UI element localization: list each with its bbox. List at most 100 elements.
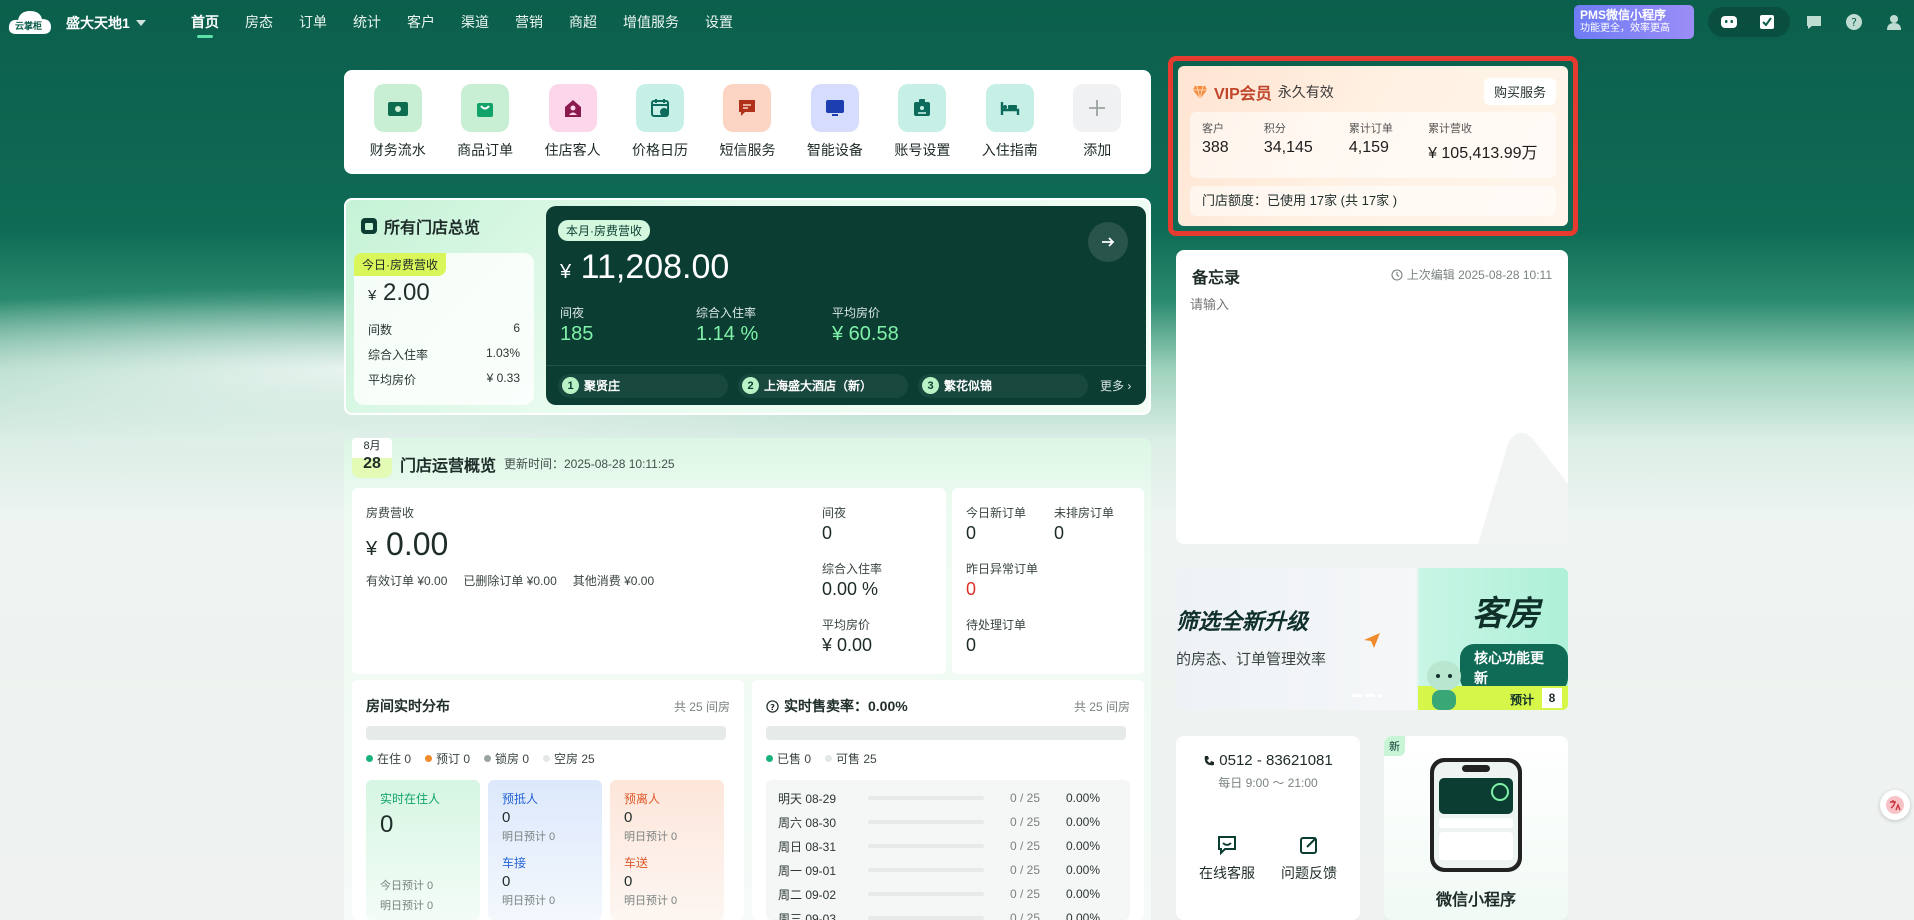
- customer-service-panel: 0512 - 83621081 每日 9:00 ～ 21:00 在线客服 问题反…: [1176, 736, 1360, 920]
- online-service-label: 在线客服: [1199, 865, 1255, 881]
- quick-action-devices[interactable]: 智能设备: [795, 84, 875, 160]
- quick-action-label: 入住指南: [981, 142, 1038, 158]
- nav-store[interactable]: 商超: [556, 0, 610, 44]
- buy-service-button[interactable]: 购买服务: [1483, 78, 1556, 105]
- departures-card[interactable]: 预离人 0 明日预计 0 车送 0 明日预计 0: [610, 780, 724, 920]
- currency-symbol: ¥: [366, 538, 378, 560]
- nav-home[interactable]: 首页: [178, 0, 232, 44]
- quick-action-product-orders[interactable]: 商品订单: [445, 84, 525, 160]
- rank-number: 1: [562, 377, 579, 394]
- promo-subtitle: 功能更全，效率更高: [1580, 23, 1670, 34]
- date-month: 8月: [363, 440, 381, 452]
- memo-title: 备忘录: [1192, 270, 1241, 287]
- table-row: 周日 08-31 0 / 25 0.00%: [778, 834, 1118, 858]
- plus-icon: [1073, 84, 1122, 132]
- mid-stat: 平均房价 ¥ 0.00: [822, 616, 872, 656]
- legend-dot: [825, 755, 833, 762]
- nav-stats[interactable]: 统计: [340, 0, 394, 44]
- table-row: 周三 09-03 0 / 25 0.00%: [778, 906, 1118, 920]
- nav-marketing[interactable]: 营销: [502, 0, 556, 44]
- rank-item[interactable]: 2 上海盛大酒店（新）: [738, 373, 908, 398]
- user-icon[interactable]: [1882, 10, 1906, 34]
- rank-name: 聚贤庄: [584, 379, 621, 393]
- carousel-dots[interactable]: [1352, 694, 1382, 697]
- help-icon[interactable]: ?: [1842, 10, 1866, 34]
- checklist-icon[interactable]: [1755, 10, 1779, 34]
- row-count: 0 / 25: [1009, 815, 1040, 829]
- legend-item: 在住 0: [366, 750, 411, 767]
- sales-total: 共 25 间房: [1073, 700, 1130, 714]
- quick-action-account[interactable]: 账号设置: [882, 84, 962, 160]
- stat-value: 4,159: [1348, 139, 1389, 156]
- quick-action-finance[interactable]: 财务流水: [358, 84, 438, 160]
- sales-legend: 已售 0 可售 25: [766, 750, 877, 767]
- stat-value: 0: [1054, 523, 1065, 543]
- top-nav-bar: 云掌柜 盛大天地1 首页 房态 订单 统计 客户 渠道 营销 商超 增值服务 设…: [0, 0, 1914, 44]
- nav-customers[interactable]: 客户: [394, 0, 448, 44]
- wallet-icon: [373, 84, 422, 132]
- today-revenue-value: ¥ 2.00: [368, 279, 520, 307]
- arrivals-card[interactable]: 预抵人 0 明日预计 0 车接 0 明日预计 0: [488, 780, 602, 920]
- nav-settings[interactable]: 设置: [692, 0, 746, 44]
- sales-title-text: 实时售卖率：0.00%: [784, 698, 908, 714]
- mini-sub: 明日预计 0: [502, 895, 556, 907]
- more-link[interactable]: 更多 ›: [1100, 377, 1131, 394]
- store-name: 盛大天地1: [66, 15, 130, 31]
- row-rate: 0.00%: [1065, 815, 1100, 829]
- carousel-dot[interactable]: [1352, 694, 1362, 697]
- quick-action-price-calendar[interactable]: 价格日历: [620, 84, 700, 160]
- quick-action-add[interactable]: 添加: [1057, 84, 1137, 160]
- logo[interactable]: 云掌柜: [6, 6, 54, 38]
- online-service-button[interactable]: 在线客服: [1192, 834, 1262, 883]
- row-count: 0 / 25: [1009, 791, 1040, 805]
- house-person-icon: [548, 84, 597, 132]
- date-day: 28: [363, 455, 381, 472]
- mini-program-promo[interactable]: PMS微信小程序 功能更全，效率更高: [1574, 5, 1694, 39]
- carousel-dot[interactable]: [1365, 694, 1375, 697]
- order-stat[interactable]: 昨日异常订单 0: [966, 560, 1038, 600]
- today-row-value: 6: [513, 321, 520, 335]
- service-phone[interactable]: 0512 - 83621081: [1176, 752, 1360, 769]
- mini-value: 0: [380, 811, 394, 838]
- nav-value-added[interactable]: 增值服务: [610, 0, 692, 44]
- nav-room-status[interactable]: 房态: [232, 0, 286, 44]
- row-bar: [868, 796, 984, 800]
- nav-channels[interactable]: 渠道: [448, 0, 502, 44]
- order-stat[interactable]: 待处理订单 0: [966, 616, 1026, 656]
- quick-action-guests[interactable]: 住店客人: [533, 84, 613, 160]
- rank-item[interactable]: 1 聚贤庄: [558, 373, 728, 398]
- vip-stat: 积分 34,145: [1264, 120, 1349, 170]
- mid-stat: 间夜 0: [822, 504, 846, 544]
- promo-banner[interactable]: 筛选全新升级 的房态、订单管理效率 客房 核心功能更新 预计 8: [1176, 568, 1568, 710]
- rank-item[interactable]: 3 繁花似锦: [918, 373, 1088, 398]
- legend-label: 可售 25: [836, 752, 877, 766]
- legend-dot: [366, 755, 373, 762]
- order-stat[interactable]: 今日新订单 0: [966, 504, 1026, 544]
- edit-icon: [1300, 837, 1317, 854]
- order-stat[interactable]: 未排房订单 0: [1054, 504, 1114, 544]
- feedback-button[interactable]: 问题反馈: [1274, 834, 1344, 883]
- main-nav: 首页 房态 订单 统计 客户 渠道 营销 商超 增值服务 设置: [178, 0, 746, 44]
- chat-icon[interactable]: [1802, 10, 1826, 34]
- current-guests-card[interactable]: 实时在住人 0 今日预计 0 明日预计 0: [366, 780, 480, 920]
- robot-icon[interactable]: [1717, 10, 1741, 34]
- promo-title: PMS微信小程序: [1580, 8, 1667, 22]
- quick-action-sms[interactable]: 短信服务: [707, 84, 787, 160]
- quick-action-checkin-guide[interactable]: 入住指南: [970, 84, 1050, 160]
- nav-orders[interactable]: 订单: [286, 0, 340, 44]
- sales-progress-bar: [766, 726, 1126, 740]
- mini-value: 0: [624, 809, 633, 826]
- arrow-right-icon[interactable]: [1088, 222, 1128, 262]
- today-row-label: 间数: [368, 323, 393, 337]
- store-operations-overview: 8月 28 门店运营概览 更新时间：2025-08-28 10:11:25 房费…: [344, 438, 1151, 920]
- revenue-label: 房费营收: [366, 506, 415, 520]
- stat-value: ¥ 105,413.99万: [1428, 145, 1538, 162]
- ops-title: 门店运营概览: [400, 458, 497, 475]
- translate-float-icon[interactable]: [1880, 790, 1910, 820]
- carousel-dot[interactable]: [1378, 694, 1382, 697]
- sales-forecast-table: 明天 08-29 0 / 25 0.00% 周六 08-30 0 / 25 0.00% …: [766, 780, 1130, 920]
- wechat-mini-program-panel[interactable]: 新 微信小程序: [1384, 736, 1568, 920]
- table-row: 周一 09-01 0 / 25 0.00%: [778, 858, 1118, 882]
- store-switcher[interactable]: 盛大天地1: [66, 13, 146, 33]
- quick-action-label: 账号设置: [894, 142, 951, 158]
